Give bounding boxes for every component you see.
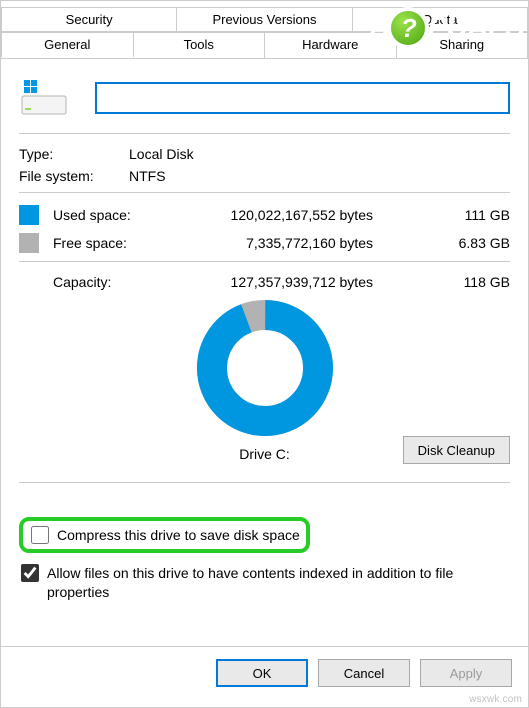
free-space-label: Free space: xyxy=(53,235,173,251)
type-value: Local Disk xyxy=(129,146,194,162)
drive-properties-window: Security Previous Versions Quota General… xyxy=(0,0,529,708)
dialog-button-bar: OK Cancel Apply wsxwk.com xyxy=(1,646,528,707)
used-space-swatch xyxy=(19,205,39,225)
type-label: Type: xyxy=(19,146,129,162)
tab-security[interactable]: Security xyxy=(1,7,177,31)
capacity-bytes: 127,357,939,712 bytes xyxy=(173,274,373,290)
indexing-checkbox[interactable] xyxy=(21,564,39,582)
tab-strip: Security Previous Versions Quota General… xyxy=(1,1,528,59)
capacity-label: Capacity: xyxy=(53,274,173,290)
ok-button[interactable]: OK xyxy=(216,659,308,687)
source-watermark: wsxwk.com xyxy=(469,694,522,705)
tab-tools[interactable]: Tools xyxy=(134,32,266,58)
separator xyxy=(19,133,510,134)
capacity-human: 118 GB xyxy=(373,274,510,290)
separator xyxy=(19,261,510,262)
drive-name-input[interactable] xyxy=(95,82,510,114)
indexing-label[interactable]: Allow files on this drive to have conten… xyxy=(47,563,510,602)
separator xyxy=(19,192,510,193)
donut-caption: Drive C: xyxy=(239,446,290,462)
tab-sharing[interactable]: Sharing xyxy=(397,32,529,58)
free-space-bytes: 7,335,772,160 bytes xyxy=(173,235,373,251)
tab-quota[interactable]: Quota xyxy=(353,7,528,31)
capacity-donut-chart xyxy=(195,298,335,438)
tab-general[interactable]: General xyxy=(1,32,134,58)
filesystem-value: NTFS xyxy=(129,168,166,184)
drive-icon xyxy=(19,77,69,119)
free-space-human: 6.83 GB xyxy=(373,235,510,251)
general-tab-pane: Type: Local Disk File system: NTFS Used … xyxy=(1,59,528,646)
compress-highlight: Compress this drive to save disk space xyxy=(19,517,310,553)
separator xyxy=(19,482,510,483)
used-space-human: 111 GB xyxy=(373,207,510,223)
tab-hardware[interactable]: Hardware xyxy=(265,32,397,58)
free-space-swatch xyxy=(19,233,39,253)
cancel-button[interactable]: Cancel xyxy=(318,659,410,687)
apply-button[interactable]: Apply xyxy=(420,659,512,687)
used-space-bytes: 120,022,167,552 bytes xyxy=(173,207,373,223)
filesystem-label: File system: xyxy=(19,168,129,184)
compress-label[interactable]: Compress this drive to save disk space xyxy=(57,525,300,545)
used-space-label: Used space: xyxy=(53,207,173,223)
tab-previous-versions[interactable]: Previous Versions xyxy=(177,7,352,31)
compress-checkbox[interactable] xyxy=(31,526,49,544)
